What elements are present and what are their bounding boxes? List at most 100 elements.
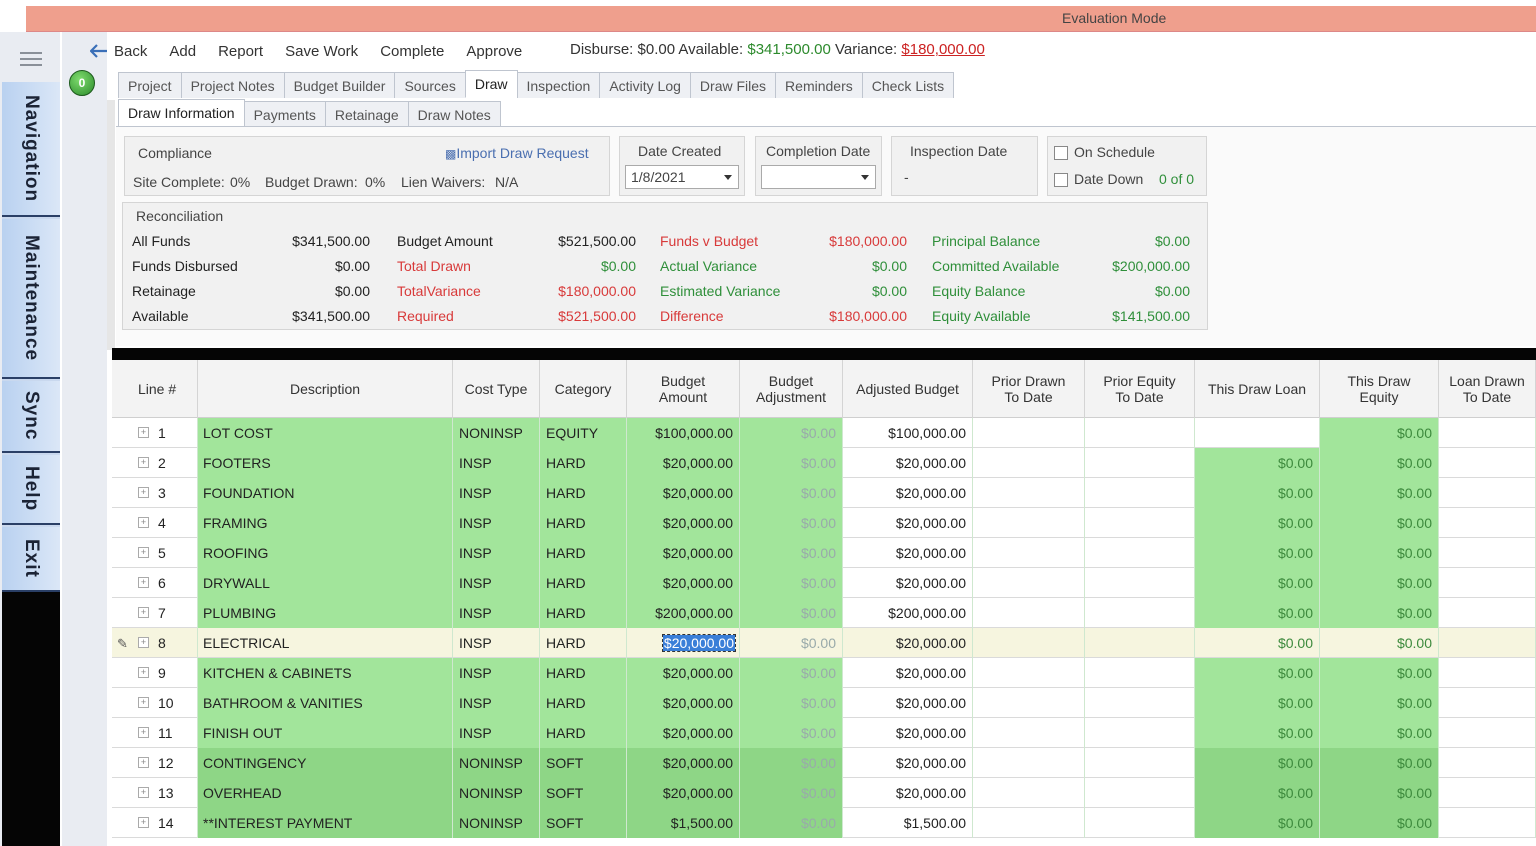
cell-this-draw-loan[interactable]: $0.00 (1195, 778, 1320, 808)
tab-budget-builder[interactable]: Budget Builder (284, 72, 396, 98)
cell-this-draw-equity[interactable]: $0.00 (1320, 628, 1439, 658)
cell-budget-adjustment[interactable]: $0.00 (740, 478, 843, 508)
cell-budget-amount[interactable]: $100,000.00 (627, 418, 740, 448)
import-draw-request-link[interactable]: ▩Import Draw Request (445, 145, 589, 161)
completion-date-picker[interactable] (761, 165, 876, 189)
cell-this-draw-loan[interactable]: $0.00 (1195, 718, 1320, 748)
splitter[interactable] (107, 100, 115, 350)
variance-value[interactable]: $180,000.00 (901, 41, 984, 58)
cell-this-draw-loan[interactable]: $0.00 (1195, 448, 1320, 478)
cell-budget-amount[interactable]: $200,000.00 (627, 598, 740, 628)
tab-retainage[interactable]: Retainage (325, 101, 409, 127)
tab-draw-files[interactable]: Draw Files (690, 72, 776, 98)
column-header-prior-equity[interactable]: Prior Equity To Date (1085, 360, 1195, 418)
cell-budget-amount[interactable]: $20,000.00 (627, 538, 740, 568)
cell-prior-equity[interactable] (1085, 778, 1195, 808)
cell-budget-adjustment[interactable]: $0.00 (740, 748, 843, 778)
cell-cost-type[interactable]: INSP (453, 568, 540, 598)
cell-cost-type[interactable]: INSP (453, 718, 540, 748)
tab-project[interactable]: Project (118, 72, 182, 98)
table-row[interactable]: +4FRAMINGINSPHARD$20,000.00$0.00$20,000.… (112, 508, 1536, 538)
cell-budget-adjustment[interactable]: $0.00 (740, 688, 843, 718)
cell-loan-drawn[interactable] (1439, 628, 1536, 658)
cell-adjusted-budget[interactable]: $20,000.00 (843, 568, 973, 598)
back-button[interactable]: Back (90, 43, 147, 60)
cell-description[interactable]: DRYWALL (198, 568, 453, 598)
column-header-this-draw-equity[interactable]: This Draw Equity (1320, 360, 1439, 418)
column-header-description[interactable]: Description (198, 360, 453, 418)
cell-description[interactable]: BATHROOM & VANITIES (198, 688, 453, 718)
cell-this-draw-loan[interactable]: $0.00 (1195, 478, 1320, 508)
cell-adjusted-budget[interactable]: $20,000.00 (843, 628, 973, 658)
cell-adjusted-budget[interactable]: $20,000.00 (843, 658, 973, 688)
cell-budget-adjustment[interactable]: $0.00 (740, 598, 843, 628)
cell-line[interactable]: 9 (112, 658, 198, 688)
cell-prior-drawn[interactable] (973, 778, 1085, 808)
cell-budget-adjustment[interactable]: $0.00 (740, 718, 843, 748)
cell-cost-type[interactable]: NONINSP (453, 778, 540, 808)
cell-this-draw-loan[interactable] (1195, 418, 1320, 448)
cell-line[interactable]: 1 (112, 418, 198, 448)
cell-prior-equity[interactable] (1085, 478, 1195, 508)
tab-check-lists[interactable]: Check Lists (862, 72, 954, 98)
cell-this-draw-loan[interactable]: $0.00 (1195, 598, 1320, 628)
cell-category[interactable]: SOFT (540, 808, 627, 838)
cell-this-draw-equity[interactable]: $0.00 (1320, 598, 1439, 628)
cell-adjusted-budget[interactable]: $20,000.00 (843, 778, 973, 808)
cell-this-draw-loan[interactable]: $0.00 (1195, 538, 1320, 568)
cell-this-draw-equity[interactable]: $0.00 (1320, 778, 1439, 808)
cell-line[interactable]: 7 (112, 598, 198, 628)
cell-prior-equity[interactable] (1085, 658, 1195, 688)
cell-category[interactable]: HARD (540, 538, 627, 568)
table-row[interactable]: +2FOOTERSINSPHARD$20,000.00$0.00$20,000.… (112, 448, 1536, 478)
tab-inspection[interactable]: Inspection (517, 72, 601, 98)
table-row[interactable]: +13OVERHEADNONINSPSOFT$20,000.00$0.00$20… (112, 778, 1536, 808)
cell-loan-drawn[interactable] (1439, 478, 1536, 508)
cell-budget-amount[interactable]: $20,000.00 (627, 748, 740, 778)
cell-prior-equity[interactable] (1085, 628, 1195, 658)
column-header-category[interactable]: Category (540, 360, 627, 418)
table-row[interactable]: ✎+8ELECTRICALINSPHARD$20,000.00$0.00$20,… (112, 628, 1536, 658)
table-row[interactable]: +12CONTINGENCYNONINSPSOFT$20,000.00$0.00… (112, 748, 1536, 778)
date-created-picker[interactable]: 1/8/2021 (625, 165, 739, 189)
cell-this-draw-equity[interactable]: $0.00 (1320, 658, 1439, 688)
cell-description[interactable]: PLUMBING (198, 598, 453, 628)
cell-adjusted-budget[interactable]: $20,000.00 (843, 748, 973, 778)
cell-description[interactable]: ROOFING (198, 538, 453, 568)
cell-budget-adjustment[interactable]: $0.00 (740, 508, 843, 538)
cell-line[interactable]: 6 (112, 568, 198, 598)
cell-loan-drawn[interactable] (1439, 718, 1536, 748)
cell-line[interactable]: 13 (112, 778, 198, 808)
cell-line[interactable]: 2 (112, 448, 198, 478)
cell-prior-drawn[interactable] (973, 508, 1085, 538)
tab-activity-log[interactable]: Activity Log (599, 72, 691, 98)
cell-line[interactable]: 3 (112, 478, 198, 508)
cell-this-draw-equity[interactable]: $0.00 (1320, 538, 1439, 568)
side-tab-sync[interactable]: Sync (2, 381, 60, 453)
cell-budget-amount[interactable]: $20,000.00 (627, 628, 740, 658)
cell-this-draw-loan[interactable]: $0.00 (1195, 628, 1320, 658)
cell-description[interactable]: ELECTRICAL (198, 628, 453, 658)
cell-prior-drawn[interactable] (973, 688, 1085, 718)
tab-payments[interactable]: Payments (244, 101, 326, 127)
cell-prior-equity[interactable] (1085, 748, 1195, 778)
cell-prior-drawn[interactable] (973, 598, 1085, 628)
cell-adjusted-budget[interactable]: $20,000.00 (843, 478, 973, 508)
cell-category[interactable]: HARD (540, 598, 627, 628)
cell-cost-type[interactable]: INSP (453, 538, 540, 568)
selected-value[interactable]: $20,000.00 (663, 635, 735, 651)
cell-line[interactable]: 8 (112, 628, 198, 658)
cell-category[interactable]: HARD (540, 688, 627, 718)
complete-button[interactable]: Complete (380, 43, 444, 60)
cell-loan-drawn[interactable] (1439, 658, 1536, 688)
cell-category[interactable]: HARD (540, 448, 627, 478)
cell-loan-drawn[interactable] (1439, 598, 1536, 628)
cell-loan-drawn[interactable] (1439, 748, 1536, 778)
cell-prior-drawn[interactable] (973, 538, 1085, 568)
approve-button[interactable]: Approve (466, 43, 522, 60)
cell-loan-drawn[interactable] (1439, 808, 1536, 838)
cell-this-draw-equity[interactable]: $0.00 (1320, 748, 1439, 778)
table-row[interactable]: +11FINISH OUTINSPHARD$20,000.00$0.00$20,… (112, 718, 1536, 748)
cell-cost-type[interactable]: INSP (453, 688, 540, 718)
cell-category[interactable]: HARD (540, 568, 627, 598)
